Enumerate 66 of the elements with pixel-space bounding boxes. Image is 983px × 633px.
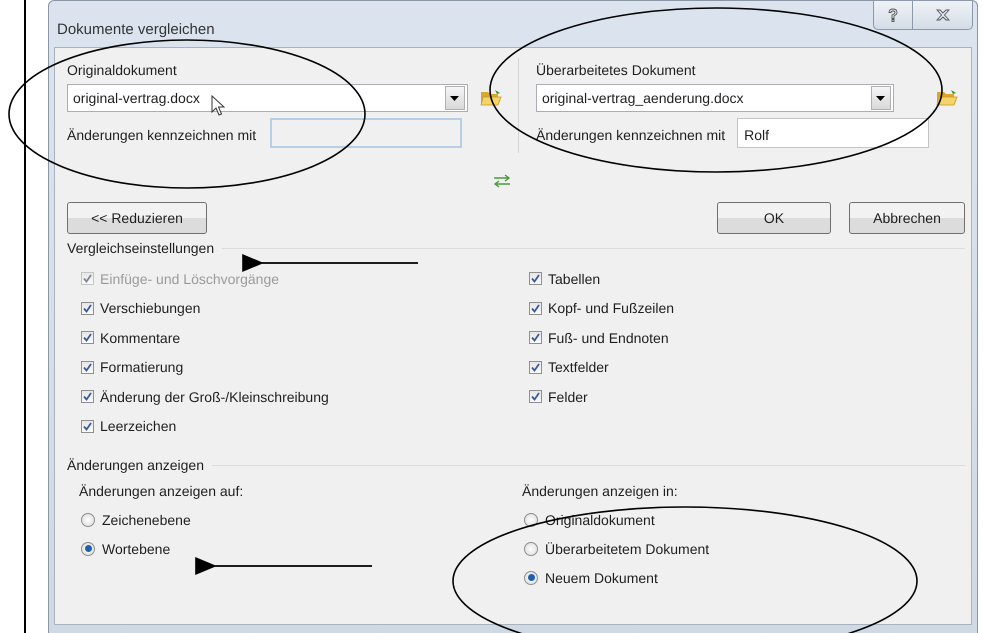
checkbox[interactable] <box>81 331 94 344</box>
group-label: Änderungen anzeigen auf: <box>79 483 244 499</box>
checkbox-label: Änderung der Groß-/Kleinschreibung <box>100 388 329 405</box>
checkbox-label: Felder <box>548 388 588 405</box>
checkbox-label: Fuß- und Endnoten <box>548 330 669 346</box>
section-heading: Vergleichseinstellungen <box>67 240 214 256</box>
checkmark-icon <box>531 333 540 342</box>
reduce-button[interactable]: << Reduzieren <box>67 202 207 234</box>
document-label: Überarbeitetes Dokument <box>536 62 697 78</box>
checkbox-label: Einfüge- und Löschvorgänge <box>100 270 280 287</box>
close-button[interactable] <box>913 0 973 30</box>
checkmark-icon <box>83 274 92 284</box>
checkbox[interactable] <box>81 390 94 404</box>
folder-icon <box>480 89 502 107</box>
checkmark-icon <box>83 333 92 342</box>
ok-button[interactable]: OK <box>717 202 831 234</box>
window-title: Dokumente vergleichen <box>57 21 215 38</box>
mouse-cursor-icon <box>211 95 225 117</box>
radio-button[interactable] <box>81 512 95 526</box>
checkbox-label: Formatierung <box>100 359 184 376</box>
radio-button[interactable] <box>524 570 538 584</box>
radio-label: Neuem Dokument <box>545 570 658 586</box>
checkbox-label: Tabellen <box>548 270 600 287</box>
checkmark-icon <box>531 304 540 313</box>
swap-arrows-icon <box>492 173 512 189</box>
checkbox[interactable] <box>529 302 542 315</box>
checkmark-icon <box>531 392 540 402</box>
help-button[interactable] <box>873 0 913 30</box>
radio-button[interactable] <box>524 512 538 526</box>
checkbox-label: Kopf- und Fußzeilen <box>548 300 674 316</box>
radio-label: Zeichenebene <box>102 512 191 528</box>
section-heading: Änderungen anzeigen <box>67 457 204 473</box>
checkbox[interactable] <box>81 302 94 315</box>
checkbox[interactable] <box>529 360 542 374</box>
radio-label: Wortebene <box>102 540 170 556</box>
document-label: Originaldokument <box>67 62 178 78</box>
checkmark-icon <box>83 362 92 372</box>
group-label: Änderungen anzeigen in: <box>522 483 679 499</box>
checkbox-label: Leerzeichen <box>100 418 176 434</box>
cancel-button[interactable]: Abbrechen <box>849 202 965 234</box>
checkbox[interactable] <box>529 272 542 286</box>
radio-button[interactable] <box>81 542 95 556</box>
checkmark-icon <box>83 304 92 313</box>
checkbox[interactable] <box>81 360 94 374</box>
checkmark-icon <box>531 362 540 372</box>
radio-label: Originaldokument <box>545 512 655 528</box>
checkbox-label: Textfelder <box>548 359 609 376</box>
mark-label: Änderungen kennzeichnen mit <box>67 127 256 143</box>
mark-label: Änderungen kennzeichnen mit <box>536 127 726 143</box>
checkbox[interactable] <box>529 331 542 344</box>
radio-button[interactable] <box>524 542 538 556</box>
file-dropdown[interactable]: original-vertrag_aenderung.docx <box>536 84 894 112</box>
dropdown-arrow-icon <box>450 96 460 100</box>
checkbox[interactable] <box>81 420 94 433</box>
dropdown-arrow-icon <box>876 96 886 100</box>
checkbox[interactable] <box>529 390 542 404</box>
checkbox-label: Kommentare <box>100 330 180 346</box>
author-field[interactable]: Rolf <box>737 118 930 148</box>
checkmark-icon <box>83 422 92 431</box>
checkmark-icon <box>531 274 540 284</box>
close-icon <box>936 9 950 21</box>
checkbox-label: Verschiebungen <box>100 300 200 316</box>
checkmark-icon <box>83 392 92 402</box>
help-icon <box>887 8 899 22</box>
radio-label: Überarbeitetem Dokument <box>545 540 710 556</box>
folder-icon <box>936 89 958 107</box>
